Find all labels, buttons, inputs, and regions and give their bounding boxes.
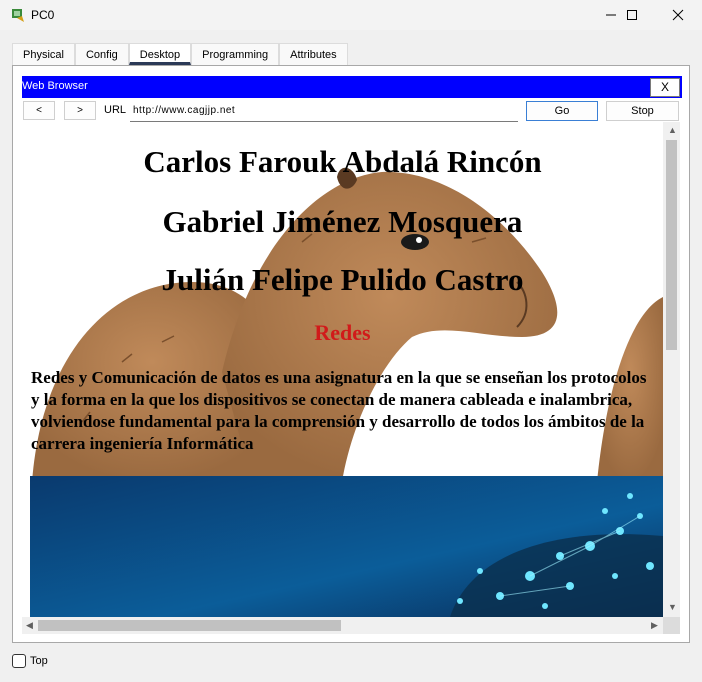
network-photo: [30, 476, 663, 617]
scroll-left-icon[interactable]: ◀: [26, 620, 33, 631]
go-button[interactable]: Go: [526, 101, 598, 121]
author-name-1: Carlos Farouk Abdalá Rincón: [143, 144, 542, 179]
browser-title: Web Browser: [22, 80, 88, 92]
tab-desktop[interactable]: Desktop: [128, 43, 192, 65]
browser-close-button[interactable]: X: [650, 78, 680, 97]
tab-attributes[interactable]: Attributes: [279, 43, 348, 65]
forward-button[interactable]: >: [64, 101, 96, 120]
tab-physical[interactable]: Physical: [12, 43, 75, 65]
scroll-right-icon[interactable]: ▶: [651, 620, 658, 631]
scroll-down-icon[interactable]: ▼: [668, 602, 677, 612]
back-button[interactable]: <: [23, 101, 55, 120]
page-subtitle: Redes: [314, 320, 371, 345]
window-title: PC0: [31, 8, 55, 22]
scroll-up-icon[interactable]: ▲: [668, 125, 677, 135]
stop-button[interactable]: Stop: [606, 101, 679, 121]
browser-title-bar: Web Browser: [22, 76, 682, 98]
course-description: Redes y Comunicación de datos es una asi…: [31, 368, 647, 453]
horizontal-scroll-thumb[interactable]: [38, 620, 341, 631]
browser-viewport[interactable]: Carlos Farouk Abdalá Rincón Gabriel Jimé…: [22, 122, 663, 617]
close-window-button[interactable]: [658, 0, 698, 30]
url-label: URL: [104, 104, 127, 116]
author-name-2: Gabriel Jiménez Mosquera: [162, 204, 523, 239]
maximize-button[interactable]: [611, 0, 653, 30]
vertical-scroll-thumb[interactable]: [666, 140, 677, 350]
pc-app-icon: [12, 9, 24, 22]
top-checkbox[interactable]: [12, 654, 26, 668]
maximize-icon: [627, 10, 637, 20]
title-bar: PC0: [0, 0, 702, 30]
scrollbar-corner: [663, 617, 680, 634]
tab-config[interactable]: Config: [74, 43, 129, 65]
close-icon: [672, 9, 684, 21]
tab-bar: Physical Config Desktop Programming Attr…: [12, 43, 348, 65]
tab-programming[interactable]: Programming: [191, 43, 280, 65]
author-name-3: Julián Felipe Pulido Castro: [161, 262, 524, 297]
top-label: Top: [30, 655, 48, 667]
url-input[interactable]: [130, 100, 518, 122]
